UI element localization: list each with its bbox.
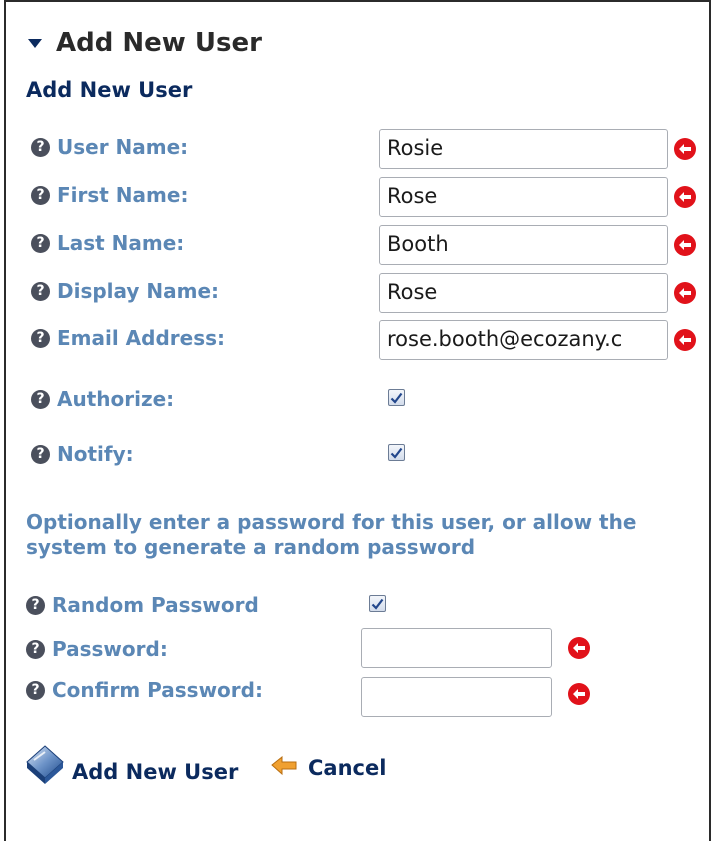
required-arrow-icon (674, 186, 696, 208)
help-icon[interactable]: ? (26, 680, 45, 700)
last-name-input[interactable]: Booth (379, 225, 668, 265)
expand-triangle-icon[interactable] (28, 38, 42, 48)
add-new-user-button[interactable]: Add New User (24, 744, 238, 786)
form-title: Add New User (26, 78, 193, 102)
cancel-button[interactable]: Cancel (270, 756, 386, 780)
authorize-checkbox[interactable] (388, 389, 405, 406)
random-password-checkbox[interactable] (369, 595, 386, 612)
confirm-password-label: ? Confirm Password: (26, 678, 263, 702)
checkmark-icon (390, 447, 403, 459)
help-icon[interactable]: ? (26, 595, 45, 615)
help-icon[interactable]: ? (31, 281, 50, 301)
checkmark-icon (371, 598, 384, 610)
section-header-add-new-user[interactable]: Add New User (28, 26, 262, 60)
display-name-label: ? Display Name: (31, 279, 219, 303)
display-name-input[interactable]: Rose (379, 273, 668, 313)
add-user-panel (4, 0, 711, 841)
add-new-user-label: Add New User (72, 760, 239, 784)
notify-label: ? Notify: (31, 442, 134, 466)
authorize-label: ? Authorize: (31, 387, 174, 411)
required-arrow-icon (674, 282, 696, 304)
help-icon[interactable]: ? (26, 639, 45, 659)
add-user-diamond-icon (26, 745, 64, 784)
first-name-input[interactable]: Rose (379, 177, 668, 217)
checkmark-icon (390, 392, 403, 404)
notify-checkbox[interactable] (388, 444, 405, 461)
password-input[interactable] (361, 628, 552, 668)
confirm-password-input[interactable] (361, 677, 552, 717)
help-icon[interactable]: ? (31, 444, 50, 464)
random-password-label: ? Random Password (26, 593, 259, 617)
required-arrow-icon (568, 637, 590, 659)
user-name-label: ? User Name: (31, 135, 188, 159)
cancel-label: Cancel (308, 756, 387, 780)
email-address-label: ? Email Address: (31, 326, 225, 350)
last-name-label: ? Last Name: (31, 231, 184, 255)
password-note: Optionally enter a password for this use… (26, 510, 637, 559)
help-icon[interactable]: ? (31, 185, 50, 205)
required-arrow-icon (674, 138, 696, 160)
password-label: ? Password: (26, 637, 168, 661)
email-address-input[interactable]: rose.booth@ecozany.c (379, 320, 668, 360)
help-icon[interactable]: ? (31, 137, 50, 157)
required-arrow-icon (568, 683, 590, 705)
help-icon[interactable]: ? (31, 233, 50, 253)
help-icon[interactable]: ? (31, 389, 50, 409)
required-arrow-icon (674, 329, 696, 351)
required-arrow-icon (674, 234, 696, 256)
user-name-input[interactable]: Rosie (379, 129, 668, 169)
section-title: Add New User (56, 28, 262, 58)
back-arrow-icon (271, 756, 297, 776)
help-icon[interactable]: ? (31, 328, 50, 348)
first-name-label: ? First Name: (31, 183, 188, 207)
